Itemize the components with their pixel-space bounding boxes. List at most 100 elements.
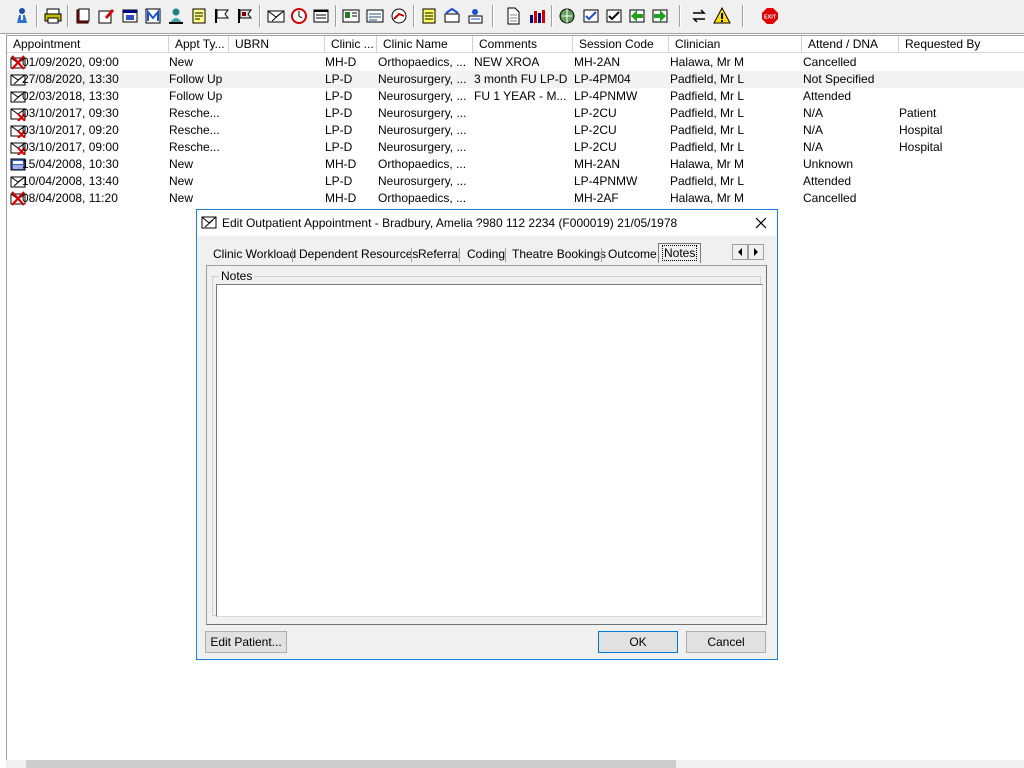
column-header-clinic-name[interactable]: Clinic Name (377, 36, 473, 53)
ok-button[interactable]: OK (598, 631, 678, 653)
book-red-icon[interactable] (73, 6, 93, 26)
cell-session: LP-4PNMW (574, 89, 638, 103)
form-icon[interactable] (365, 6, 385, 26)
column-header-attend-dna[interactable]: Attend / DNA (802, 36, 899, 53)
table-row[interactable]: 03/10/2017, 09:00 Resche... LP-D Neurosurge… (7, 139, 1024, 156)
tab-outcome[interactable]: Outcome (605, 245, 660, 265)
cell-ubrn (229, 105, 319, 122)
tab-clinic-workload[interactable]: Clinic Workload (210, 245, 299, 265)
column-header-appt-type[interactable]: Appt Ty... (169, 36, 229, 53)
tab-referral[interactable]: Referral (415, 245, 464, 265)
cell-comments: NEW XROA (474, 55, 540, 69)
cell-clinician: Halawa, Mr M (670, 157, 745, 171)
warning-icon[interactable] (712, 6, 732, 26)
cell-requested (899, 71, 1017, 88)
cell-session: LP-4PM04 (574, 72, 631, 86)
close-button[interactable] (751, 213, 771, 233)
transfer-icon[interactable] (442, 6, 462, 26)
column-header-clinic[interactable]: Clinic ... (325, 36, 377, 53)
cell-clinic: LP-D (325, 140, 353, 154)
green-arrow2-icon[interactable] (650, 6, 670, 26)
chart-icon[interactable] (527, 6, 547, 26)
cell-comments (474, 122, 570, 139)
person-edit-icon[interactable] (466, 6, 486, 26)
cell-clinic-name: Orthopaedics, ... (378, 191, 467, 205)
check-doc-icon[interactable] (581, 6, 601, 26)
notepad-icon[interactable] (419, 6, 439, 26)
cell-clinic-name: Neurosurgery, ... (378, 140, 467, 154)
table-row[interactable]: 10/04/2008, 13:40 New LP-D Neurosurgery, ..… (7, 173, 1024, 190)
column-header-clinician[interactable]: Clinician (669, 36, 802, 53)
cell-comments (474, 173, 570, 190)
tab-notes[interactable]: Notes (658, 243, 702, 263)
cell-requested: Patient (899, 106, 937, 120)
cell-session: LP-2CU (574, 106, 617, 120)
cell-attend: Unknown (803, 157, 854, 171)
triangle-right-icon (754, 248, 758, 256)
id-card-icon[interactable] (341, 6, 361, 26)
flag2-icon[interactable] (235, 6, 255, 26)
tab-theatre-bookings[interactable]: Theatre Bookings (509, 245, 609, 265)
tab-scroll-right-button[interactable] (748, 244, 764, 260)
mail-icon[interactable] (143, 6, 163, 26)
column-header-session-code[interactable]: Session Code (573, 36, 669, 53)
cell-appointment: 10/04/2008, 13:40 (22, 174, 119, 188)
cell-comments: FU 1 YEAR - M... (474, 89, 567, 103)
table-row[interactable]: 03/10/2017, 09:20 Resche... LP-D Neurosurge… (7, 122, 1024, 139)
table-row[interactable]: 01/09/2020, 09:00 New MH-D Orthopaedics, ..… (7, 54, 1024, 71)
cell-type: New (169, 157, 194, 171)
dialog-titlebar[interactable]: Edit Outpatient Appointment - Bradbury, … (197, 210, 777, 236)
edit-form-icon[interactable] (96, 6, 116, 26)
cell-type: New (169, 55, 194, 69)
main-toolbar: EXIT (0, 0, 1024, 34)
tab-dependent-resources[interactable]: Dependent Resources (296, 245, 421, 265)
cell-type: New (169, 191, 194, 205)
cell-requested: Hospital (899, 140, 943, 154)
cell-type: Follow Up (169, 89, 223, 103)
patient-icon[interactable] (12, 6, 32, 26)
cancel-button[interactable]: Cancel (686, 631, 766, 653)
print-icon[interactable] (43, 6, 63, 26)
scrollbar-thumb[interactable] (26, 760, 676, 768)
cell-ubrn (229, 88, 319, 105)
column-header-ubrn[interactable]: UBRN (229, 36, 325, 53)
envelope-icon (201, 216, 217, 229)
clock-icon[interactable] (289, 6, 309, 26)
flag-icon[interactable] (212, 6, 232, 26)
cell-clinic-name: Neurosurgery, ... (378, 174, 467, 188)
notes-textarea[interactable] (216, 284, 763, 617)
globe-icon[interactable] (389, 6, 409, 26)
edit-patient-button[interactable]: Edit Patient... (205, 631, 287, 653)
cell-comments (474, 190, 570, 207)
calendar-icon[interactable] (120, 6, 140, 26)
horizontal-scrollbar[interactable] (6, 760, 1024, 768)
swap-icon[interactable] (689, 6, 709, 26)
cell-requested (899, 54, 1017, 71)
note-icon[interactable] (189, 6, 209, 26)
person-icon[interactable] (166, 6, 186, 26)
table-row[interactable]: 02/03/2018, 13:30 Follow Up LP-D Neurosurge… (7, 88, 1024, 105)
exit-icon[interactable]: EXIT (760, 6, 780, 26)
check-doc2-icon[interactable] (604, 6, 624, 26)
cell-comments (474, 139, 570, 156)
cell-ubrn (229, 71, 319, 88)
table-row[interactable]: 27/08/2020, 13:30 Follow Up LP-D Neurosurge… (7, 71, 1024, 88)
column-header-comments[interactable]: Comments (473, 36, 573, 53)
globe2-icon[interactable] (557, 6, 577, 26)
table-row[interactable]: 08/04/2008, 11:20 New MH-D Orthopaedics, ..… (7, 190, 1024, 207)
cell-type: New (169, 174, 194, 188)
window-icon[interactable] (311, 6, 331, 26)
table-row[interactable]: 15/04/2008, 10:30 New MH-D Orthopaedics, ..… (7, 156, 1024, 173)
cell-clinic: LP-D (325, 72, 353, 86)
cell-attend: Cancelled (803, 55, 857, 69)
column-header-appointment[interactable]: Appointment (7, 36, 169, 53)
cell-appointment: 15/04/2008, 10:30 (22, 157, 119, 171)
envelope-icon[interactable] (266, 6, 286, 26)
cell-session: LP-2CU (574, 123, 617, 137)
green-arrow-icon[interactable] (627, 6, 647, 26)
table-row[interactable]: 03/10/2017, 09:30 Resche... LP-D Neurosurge… (7, 105, 1024, 122)
tab-scroll-left-button[interactable] (732, 244, 748, 260)
tab-coding[interactable]: Coding (464, 245, 508, 265)
column-header-requested-by[interactable]: Requested By (899, 36, 1024, 53)
document-icon[interactable] (503, 6, 523, 26)
